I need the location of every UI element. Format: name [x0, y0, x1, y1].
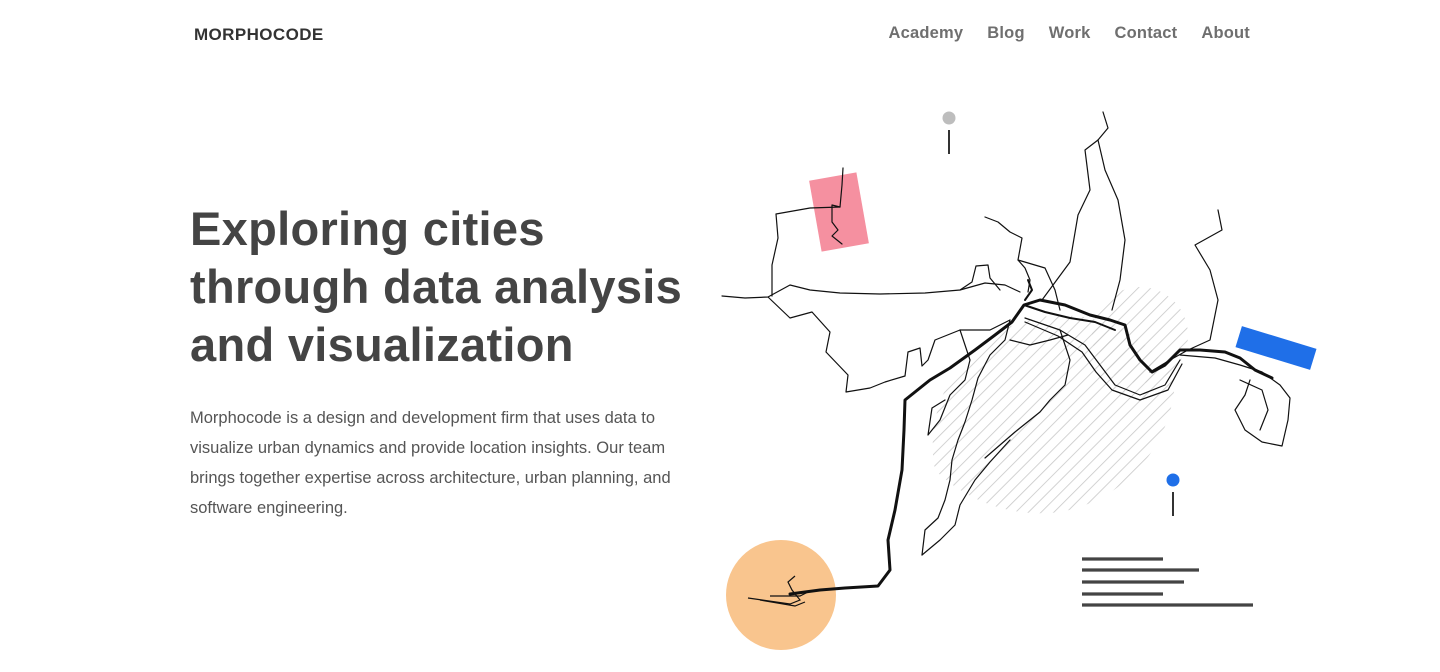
nav-about[interactable]: About	[1201, 24, 1250, 43]
main-nav: Academy Blog Work Contact About	[889, 24, 1251, 43]
legend-lines	[1082, 557, 1253, 607]
hatched-area-small	[1092, 287, 1188, 383]
gray-pin	[942, 111, 956, 125]
nav-blog[interactable]: Blog	[987, 24, 1024, 43]
nav-contact[interactable]: Contact	[1115, 24, 1178, 43]
hero-title: Exploring cities through data analysis a…	[190, 202, 683, 371]
city-map-illustration	[721, 111, 1317, 650]
nav-work[interactable]: Work	[1049, 24, 1091, 43]
orange-marker	[726, 540, 836, 650]
blue-pin	[1166, 473, 1180, 487]
logo[interactable]: MORPHOCODE	[194, 25, 324, 45]
hero-description: Morphocode is a design and development f…	[190, 409, 671, 517]
pink-marker	[809, 172, 869, 252]
nav-academy[interactable]: Academy	[889, 24, 964, 43]
